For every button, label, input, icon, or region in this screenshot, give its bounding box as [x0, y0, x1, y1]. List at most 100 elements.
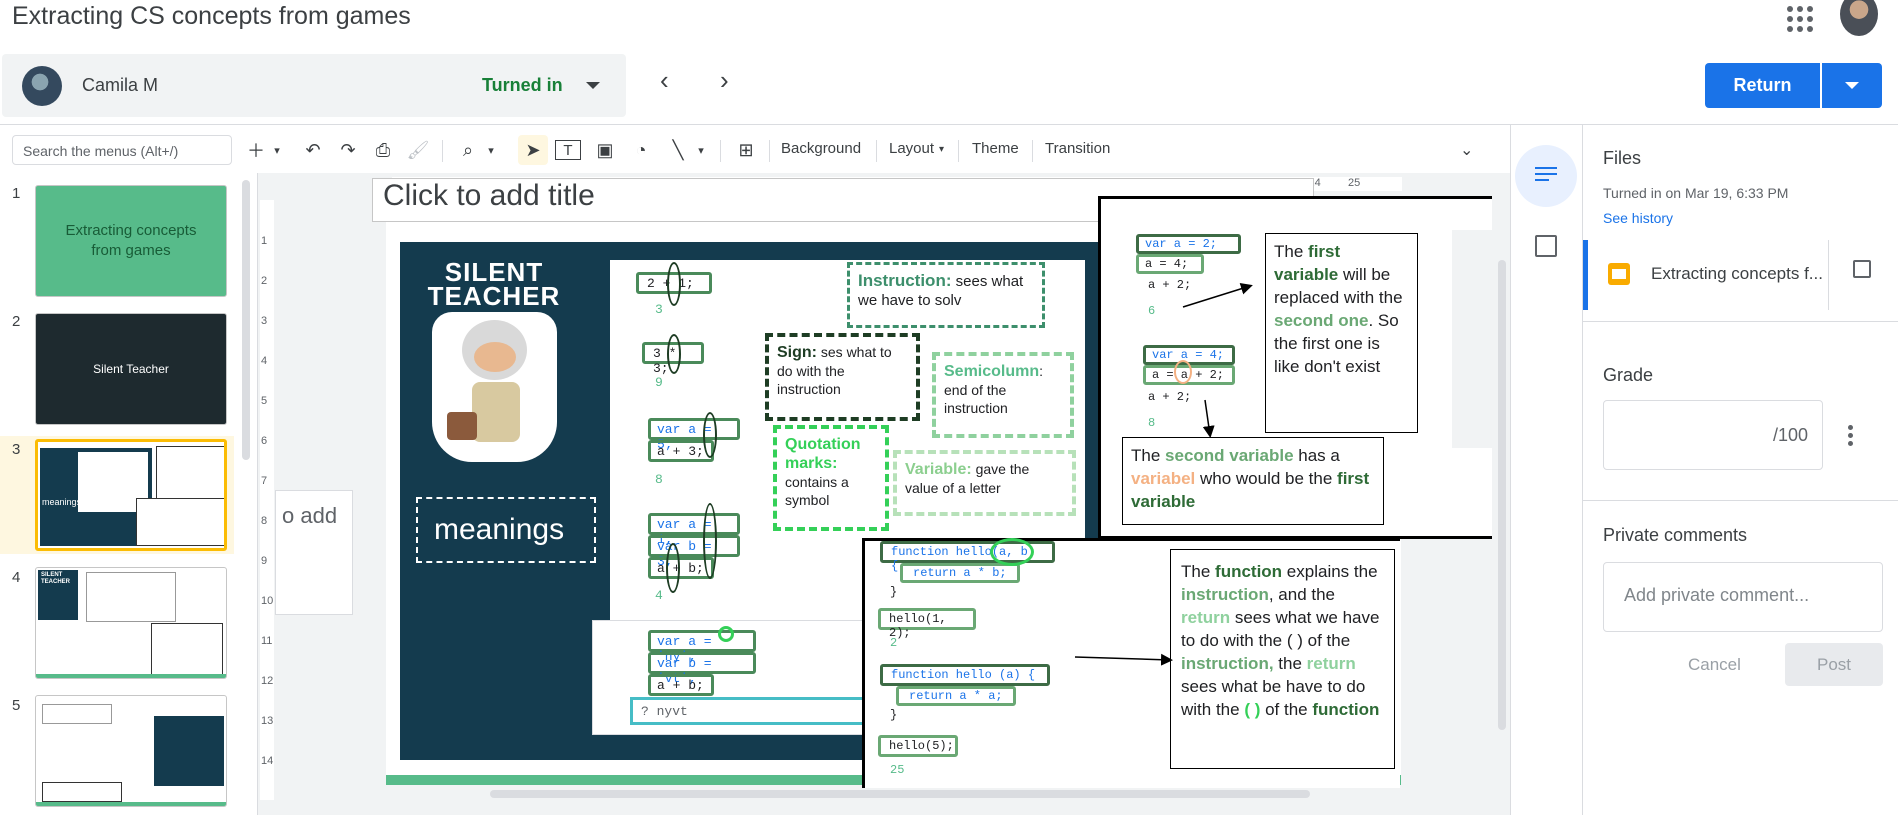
variable-callout[interactable]: Variable: gave the value of a letter: [893, 450, 1076, 516]
line-icon[interactable]: ╲: [665, 135, 691, 165]
layout-dropdown-icon[interactable]: ▾: [939, 144, 944, 155]
line-dropdown-icon[interactable]: ▾: [694, 135, 708, 165]
ruler-tick: 14: [261, 755, 274, 767]
canvas-vertical-scrollbar[interactable]: [1498, 260, 1506, 730]
slides-toolbar: Search the menus (Alt+/) ＋ ▾ ↶ ↷ ⎙ 🖌 ⌕ ▾…: [0, 128, 1510, 173]
more-options-icon[interactable]: [1848, 425, 1854, 447]
ruler-tick: 25: [1348, 177, 1361, 189]
previous-student-button[interactable]: ‹: [660, 67, 669, 93]
open-in-new-icon[interactable]: [1853, 260, 1871, 278]
zoom-icon[interactable]: ⌕: [455, 135, 481, 165]
slide-thumbnail-5[interactable]: [35, 695, 227, 807]
slide-thumbnail-text: Extracting concepts from games: [65, 222, 197, 259]
return-options-button[interactable]: [1822, 63, 1882, 108]
slide-thumbnail-1[interactable]: Extracting concepts from games: [35, 185, 227, 297]
cancel-button[interactable]: Cancel: [1688, 655, 1741, 675]
code-line: a + b;: [648, 674, 714, 696]
return-button[interactable]: Return: [1705, 63, 1820, 108]
code-line: hello(5);: [878, 735, 958, 757]
undo-icon[interactable]: ↶: [300, 135, 326, 165]
slide-number: 2: [12, 313, 21, 330]
teacher-character-image: [432, 312, 557, 462]
slide-thumbnail-text: SILENT TEACHER: [41, 572, 71, 585]
post-button[interactable]: Post: [1785, 643, 1883, 686]
file-name: Extracting concepts f...: [1651, 264, 1823, 283]
code-line: hello(1, 2);: [878, 608, 976, 640]
ruler-tick: 6: [261, 435, 268, 447]
sign-callout[interactable]: Sign: ses what to do with the instructio…: [765, 333, 920, 421]
select-tool-icon[interactable]: ➤: [518, 135, 548, 165]
ruler-tick: 5: [261, 395, 268, 407]
ruler-tick: 8: [261, 515, 268, 527]
attached-file[interactable]: Extracting concepts f...: [1583, 240, 1898, 310]
quotation-callout[interactable]: Quotation marks: contains a symbol: [773, 425, 889, 531]
grading-panel: Files Turned in on Mar 19, 6:33 PM See h…: [1582, 125, 1898, 815]
chevron-down-icon[interactable]: [586, 82, 600, 89]
instruction-callout[interactable]: Instruction: sees what we have to solv: [847, 262, 1045, 328]
slide-filmstrip: 1 Extracting concepts from games 2 Silen…: [0, 173, 258, 815]
code-line: a = 4;: [1136, 254, 1204, 274]
code-line: }: [890, 585, 898, 599]
answer-input[interactable]: ? nyvt: [630, 697, 870, 725]
account-avatar[interactable]: [1840, 0, 1878, 36]
comment-icon[interactable]: [1535, 235, 1557, 257]
comment-add-icon[interactable]: ⊞: [733, 135, 759, 165]
text-box-icon[interactable]: T: [555, 140, 581, 160]
grade-input[interactable]: /100: [1603, 400, 1823, 470]
collapse-toolbar-icon[interactable]: ⌄: [1460, 140, 1473, 160]
layout-button[interactable]: Layout: [889, 140, 934, 157]
ruler-tick: 11: [261, 635, 273, 647]
slide-number: 1: [12, 185, 21, 202]
slide-thumbnail-4[interactable]: SILENT TEACHER: [35, 567, 227, 679]
redo-icon[interactable]: ↷: [335, 135, 361, 165]
code-line: return a * b;: [900, 563, 1020, 583]
adjacent-placeholder-text: o add: [282, 503, 338, 528]
code-result: 4: [655, 588, 663, 603]
slide-number: 4: [12, 569, 21, 586]
code-line: function hello (a) {: [880, 664, 1050, 686]
print-icon[interactable]: ⎙: [370, 135, 396, 165]
turned-in-time: Turned in on Mar 19, 6:33 PM: [1603, 185, 1789, 201]
shape-icon[interactable]: ◔: [628, 135, 654, 165]
private-comment-input[interactable]: Add private comment...: [1603, 562, 1883, 632]
zoom-dropdown-icon[interactable]: ▾: [484, 135, 498, 165]
paint-format-icon[interactable]: 🖌: [405, 135, 431, 165]
ruler-tick: 10: [261, 595, 274, 607]
ruler-tick: 4: [261, 355, 268, 367]
code-result: 3: [655, 302, 663, 317]
meanings-box[interactable]: meanings: [416, 497, 596, 563]
slide-thumbnail-text: Silent Teacher: [93, 362, 169, 376]
background-button[interactable]: Background: [781, 140, 861, 157]
ruler-tick: 12: [261, 675, 274, 687]
ruler-tick: 1: [261, 235, 268, 247]
see-history-link[interactable]: See history: [1603, 210, 1673, 226]
next-student-button[interactable]: ›: [720, 67, 729, 93]
grade-heading: Grade: [1603, 365, 1654, 385]
filmstrip-scrollbar[interactable]: [242, 180, 250, 460]
slides-file-icon: [1608, 263, 1630, 285]
ruler-tick: 3: [261, 315, 268, 327]
code-line: }: [890, 708, 898, 722]
student-avatar: [22, 66, 62, 106]
code-line: var a = 5;: [648, 418, 740, 452]
silent-teacher-logo: SILENT TEACHER: [427, 257, 561, 311]
transition-button[interactable]: Transition: [1045, 140, 1110, 157]
code-line: return a * a;: [896, 686, 1016, 706]
first-variable-note[interactable]: The first variable will be replaced with…: [1265, 233, 1418, 433]
slide-thumbnail-3[interactable]: meanings: [35, 439, 227, 551]
search-menus-input[interactable]: Search the menus (Alt+/): [12, 135, 232, 165]
ruler-tick: 7: [261, 475, 268, 487]
apps-grid-icon[interactable]: [1785, 4, 1813, 32]
canvas-horizontal-scrollbar[interactable]: [490, 790, 1310, 798]
slide-thumbnail-text: meanings: [42, 497, 82, 507]
slide-thumbnail-2[interactable]: Silent Teacher: [35, 313, 227, 425]
slide-number: 5: [12, 697, 21, 714]
theme-button[interactable]: Theme: [972, 140, 1019, 157]
image-icon[interactable]: ▣: [592, 135, 618, 165]
new-slide-icon[interactable]: ＋: [244, 135, 268, 165]
student-selector[interactable]: Camila M Turned in: [2, 54, 626, 117]
semicolon-callout[interactable]: Semicolumn: end of the instruction: [932, 352, 1074, 438]
new-slide-dropdown-icon[interactable]: ▾: [270, 135, 284, 165]
files-list-icon: [1535, 167, 1557, 185]
submission-status: Turned in: [482, 75, 563, 95]
